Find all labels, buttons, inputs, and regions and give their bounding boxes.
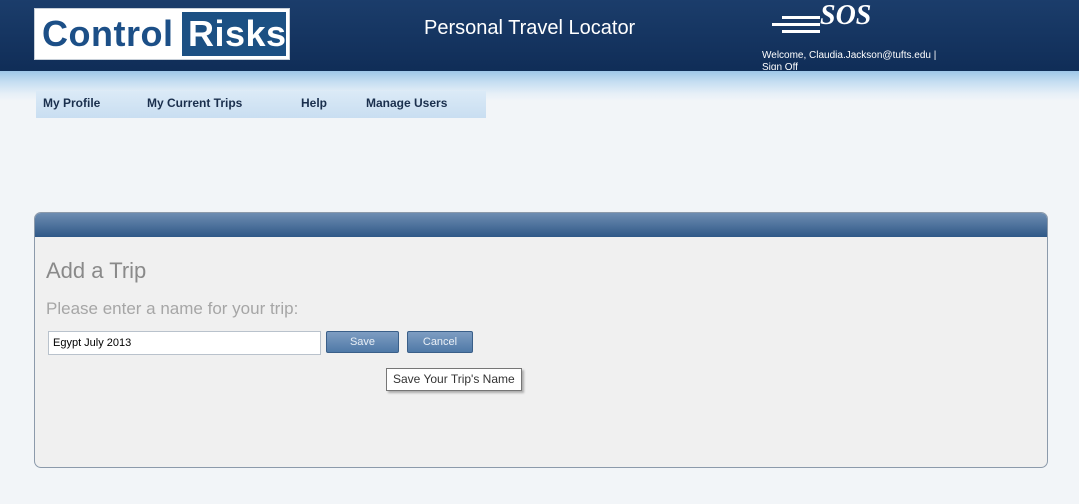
sos-logo-stripe <box>782 30 820 33</box>
nav-item-manage-users[interactable]: Manage Users <box>366 96 447 110</box>
sos-logo-stripe <box>782 16 820 19</box>
app-header: Control Risks Personal Travel Locator SO… <box>0 0 1079 76</box>
add-trip-panel: Add a Trip Please enter a name for your … <box>34 212 1048 468</box>
logo-word-control: Control <box>42 13 174 54</box>
nav-item-my-current-trips[interactable]: My Current Trips <box>147 96 242 110</box>
sos-logo-stripe <box>772 23 820 26</box>
main-nav: My Profile My Current Trips Help Manage … <box>36 91 486 118</box>
save-button[interactable]: Save <box>326 331 399 353</box>
trip-name-input[interactable] <box>48 331 321 355</box>
sign-off-link[interactable]: Sign Off <box>762 62 798 70</box>
sos-logo-text: SOS <box>820 0 872 31</box>
page-title: Personal Travel Locator <box>424 17 636 39</box>
nav-item-my-profile[interactable]: My Profile <box>43 96 100 110</box>
nav-item-help[interactable]: Help <box>301 96 327 110</box>
cancel-button[interactable]: Cancel <box>407 331 473 353</box>
panel-title: Add a Trip <box>46 258 147 283</box>
sos-logo: SOS <box>768 0 898 46</box>
panel-header-bar <box>35 213 1047 237</box>
save-tooltip: Save Your Trip's Name <box>386 368 522 391</box>
logo-word-box: Risks <box>182 12 286 56</box>
logo-word-risks: Risks <box>188 13 287 54</box>
control-risks-logo: Control Risks <box>34 8 290 60</box>
trip-name-prompt: Please enter a name for your trip: <box>46 299 299 318</box>
welcome-text: Welcome, Claudia.Jackson@tufts.edu | <box>762 50 937 61</box>
welcome-message: Welcome, Claudia.Jackson@tufts.edu | Sig… <box>762 50 1032 70</box>
